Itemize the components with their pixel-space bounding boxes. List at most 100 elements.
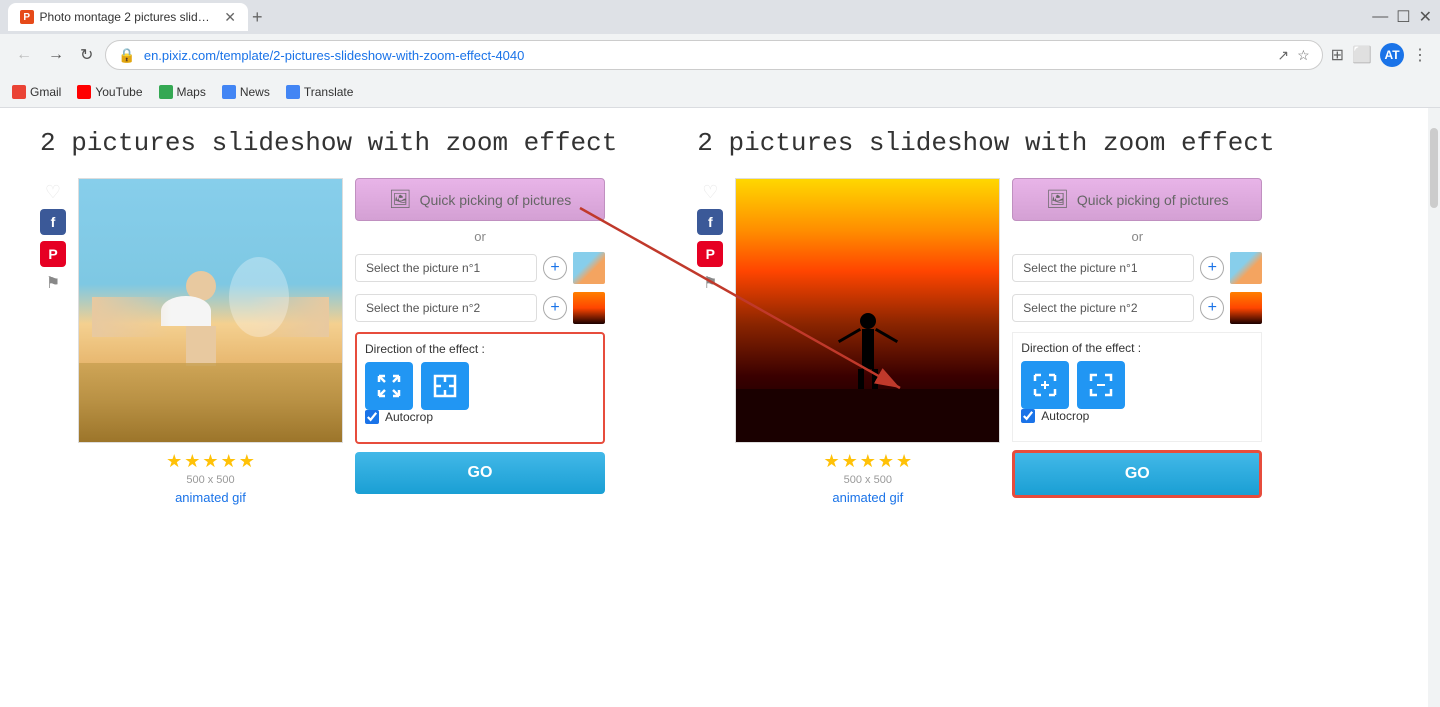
left-pinterest-icon[interactable]: P <box>40 241 66 267</box>
right-zoom-out-icon[interactable] <box>1077 361 1125 409</box>
extensions-icon[interactable]: ⊞ <box>1331 45 1344 65</box>
left-facebook-icon[interactable]: f <box>40 209 66 235</box>
back-button[interactable]: ← <box>12 42 36 68</box>
right-facebook-icon[interactable]: f <box>697 209 723 235</box>
right-panel: 2 pictures slideshow with zoom effect ♡ … <box>697 128 1274 505</box>
scrollbar-thumb[interactable] <box>1430 128 1438 208</box>
left-thumb1 <box>573 252 605 284</box>
address-bar: ← → ↻ 🔒 en.pixiz.com/template/2-pictures… <box>0 34 1440 76</box>
right-autocrop-row: Autocrop <box>1021 409 1253 423</box>
right-go-button[interactable]: GO <box>1012 450 1262 498</box>
right-direction-icons <box>1021 361 1253 409</box>
right-select-pic2-row: Select the picture n°2 + <box>1012 292 1262 324</box>
right-stars: ★ ★ ★ ★ ★ <box>735 451 1000 472</box>
left-quick-pick-icon: 🖼 <box>389 189 412 210</box>
left-direction-label: Direction of the effect : <box>365 342 595 356</box>
left-add-pic2-button[interactable]: + <box>543 296 567 320</box>
left-animated-gif-link[interactable]: animated gif <box>78 490 343 505</box>
right-thumb2 <box>1230 292 1262 324</box>
scrollbar[interactable] <box>1428 108 1440 707</box>
left-panel: 2 pictures slideshow with zoom effect ♡ … <box>40 128 617 505</box>
title-bar: P Photo montage 2 pictures slides... ✕ +… <box>0 0 1440 34</box>
bookmark-youtube[interactable]: YouTube <box>77 85 142 99</box>
left-controls: 🖼 Quick picking of pictures or Select th… <box>355 178 605 505</box>
right-quick-pick-button[interactable]: 🖼 Quick picking of pictures <box>1012 178 1262 221</box>
profile-avatar[interactable]: AT <box>1380 43 1404 67</box>
right-select-pic1-row: Select the picture n°1 + <box>1012 252 1262 284</box>
left-select-pic1-row: Select the picture n°1 + <box>355 252 605 284</box>
new-tab-button[interactable]: + <box>252 7 263 28</box>
left-page-title: 2 pictures slideshow with zoom effect <box>40 128 617 158</box>
share-icon[interactable]: ↗ <box>1277 47 1289 64</box>
right-thumb1-image <box>1230 252 1262 284</box>
left-heart-icon[interactable]: ♡ <box>45 182 61 203</box>
left-preview-container: ★ ★ ★ ★ ★ 500 x 500 animated gif <box>78 178 343 505</box>
right-flag-icon[interactable]: ⚑ <box>703 273 717 293</box>
right-page-title: 2 pictures slideshow with zoom effect <box>697 128 1274 158</box>
minimize-button[interactable]: — <box>1372 8 1388 26</box>
left-thumb2-image <box>573 292 605 324</box>
bookmark-maps-label: Maps <box>177 85 206 99</box>
bookmark-translate[interactable]: Translate <box>286 85 354 99</box>
right-thumb1 <box>1230 252 1262 284</box>
bookmark-gmail-label: Gmail <box>30 85 61 99</box>
bookmark-translate-label: Translate <box>304 85 354 99</box>
right-preview-container: ★ ★ ★ ★ ★ 500 x 500 animated gif <box>735 178 1000 505</box>
right-social-sidebar: ♡ f P ⚑ <box>697 178 723 505</box>
bookmark-gmail[interactable]: Gmail <box>12 85 61 99</box>
right-thumb2-image <box>1230 292 1262 324</box>
bookmark-youtube-label: YouTube <box>95 85 142 99</box>
right-autocrop-checkbox[interactable] <box>1021 409 1035 423</box>
right-heart-icon[interactable]: ♡ <box>702 182 718 203</box>
right-add-pic1-button[interactable]: + <box>1200 256 1224 280</box>
left-thumb1-image <box>573 252 605 284</box>
close-button[interactable]: ✕ <box>1419 7 1432 27</box>
refresh-button[interactable]: ↻ <box>76 41 97 69</box>
right-preview-image <box>735 178 1000 443</box>
left-add-pic1-button[interactable]: + <box>543 256 567 280</box>
right-select-pic2-button[interactable]: Select the picture n°2 <box>1012 294 1194 322</box>
forward-button[interactable]: → <box>44 42 68 68</box>
tab-cast-icon[interactable]: ⬜ <box>1352 45 1372 65</box>
left-zoom-out-icon[interactable] <box>421 362 469 410</box>
address-actions: ⊞ ⬜ AT ⋮ <box>1331 43 1428 67</box>
right-add-pic2-button[interactable]: + <box>1200 296 1224 320</box>
right-or-text: or <box>1012 229 1262 244</box>
left-select-pic2-row: Select the picture n°2 + <box>355 292 605 324</box>
right-quick-pick-icon: 🖼 <box>1046 189 1069 210</box>
right-size-text: 500 x 500 <box>735 474 1000 486</box>
left-quick-pick-button[interactable]: 🖼 Quick picking of pictures <box>355 178 605 221</box>
right-quick-pick-label: Quick picking of pictures <box>1077 192 1229 208</box>
restore-button[interactable]: ☐ <box>1396 7 1410 27</box>
left-or-text: or <box>355 229 605 244</box>
left-select-pic1-button[interactable]: Select the picture n°1 <box>355 254 537 282</box>
right-zoom-in-icon[interactable] <box>1021 361 1069 409</box>
url-text: en.pixiz.com/template/2-pictures-slidesh… <box>144 48 1270 63</box>
bookmark-news[interactable]: News <box>222 85 270 99</box>
right-autocrop-label: Autocrop <box>1041 409 1089 423</box>
right-content: ♡ f P ⚑ <box>697 178 1274 505</box>
left-social-sidebar: ♡ f P ⚑ <box>40 178 66 505</box>
browser-tab[interactable]: P Photo montage 2 pictures slides... ✕ <box>8 3 248 31</box>
left-content: ♡ f P ⚑ <box>40 178 617 505</box>
right-animated-gif-link[interactable]: animated gif <box>735 490 1000 505</box>
right-pinterest-icon[interactable]: P <box>697 241 723 267</box>
page-content: 2 pictures slideshow with zoom effect ♡ … <box>0 108 1440 707</box>
left-select-pic2-button[interactable]: Select the picture n°2 <box>355 294 537 322</box>
bookmark-news-label: News <box>240 85 270 99</box>
left-go-button[interactable]: GO <box>355 452 605 494</box>
left-preview-image <box>78 178 343 443</box>
url-bar[interactable]: 🔒 en.pixiz.com/template/2-pictures-slide… <box>105 40 1322 70</box>
left-autocrop-label: Autocrop <box>385 410 433 424</box>
left-flag-icon[interactable]: ⚑ <box>46 273 60 293</box>
left-autocrop-checkbox[interactable] <box>365 410 379 424</box>
menu-icon[interactable]: ⋮ <box>1412 45 1428 65</box>
left-size-text: 500 x 500 <box>78 474 343 486</box>
browser-chrome: P Photo montage 2 pictures slides... ✕ +… <box>0 0 1440 108</box>
bookmark-maps[interactable]: Maps <box>159 85 206 99</box>
bookmark-star-icon[interactable]: ☆ <box>1297 47 1310 64</box>
left-stars: ★ ★ ★ ★ ★ <box>78 451 343 472</box>
left-zoom-in-icon[interactable] <box>365 362 413 410</box>
right-select-pic1-button[interactable]: Select the picture n°1 <box>1012 254 1194 282</box>
tab-close-button[interactable]: ✕ <box>224 9 236 26</box>
